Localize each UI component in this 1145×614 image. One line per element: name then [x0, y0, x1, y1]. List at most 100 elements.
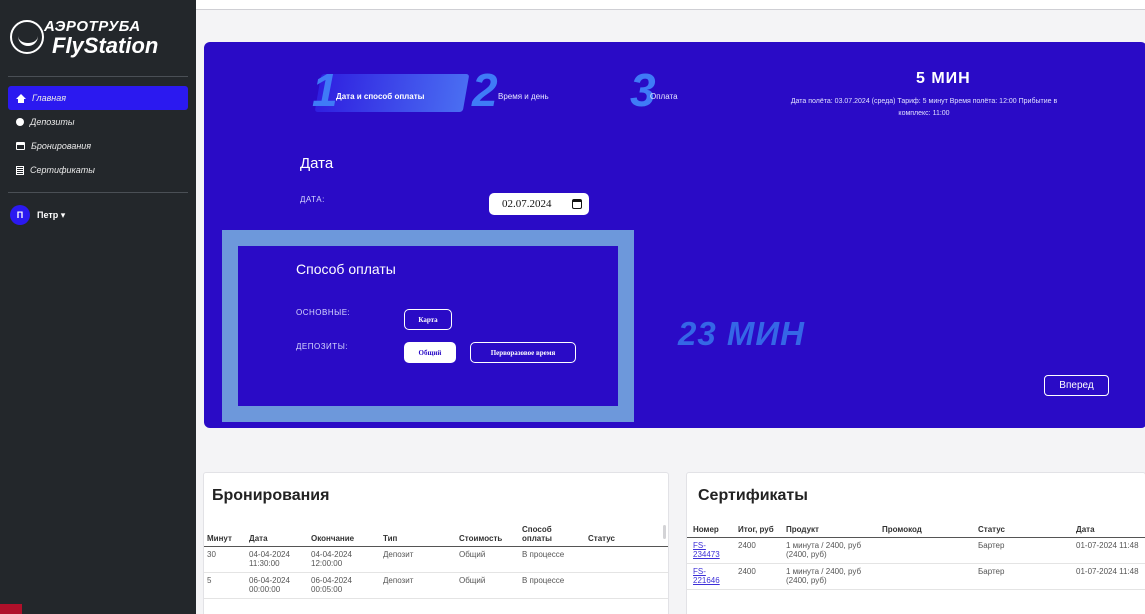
- table-cell: 1 минута / 2400, руб (2400, руб): [783, 563, 879, 590]
- sidebar-item-bookings[interactable]: Бронирования: [8, 134, 188, 158]
- column-header[interactable]: Способ оплаты: [519, 523, 585, 547]
- table-cell: 04-04-2024 12:00:00: [308, 546, 380, 573]
- table-cell: 06-04-2024 00:00:00: [246, 572, 308, 599]
- column-header[interactable]: Дата: [246, 523, 308, 547]
- table-cell: Бартер: [975, 563, 1073, 590]
- table-cell: [585, 572, 668, 599]
- logo[interactable]: АЭРОТРУБА FlyStation: [8, 14, 178, 64]
- table-cell: FS-234473: [687, 537, 735, 564]
- payment-heading: Способ оплаты: [296, 261, 396, 277]
- table-row[interactable]: FS-221646 2400 1 минута / 2400, руб (240…: [687, 563, 1145, 590]
- flight-summary: Дата полёта: 03.07.2024 (среда) Тариф: 5…: [790, 98, 1058, 117]
- sidebar-bottom-marker: [0, 604, 22, 614]
- table-cell: FS-221646: [687, 563, 735, 590]
- step-date-payment[interactable]: 1 Дата и способ оплаты: [312, 67, 470, 113]
- card-button[interactable]: Карта: [404, 309, 452, 330]
- table-cell: Бартер: [975, 537, 1073, 564]
- column-header[interactable]: Статус: [585, 523, 668, 547]
- column-header[interactable]: Номер: [687, 523, 735, 538]
- step-time-day[interactable]: 2 Время и день: [472, 67, 602, 113]
- certificates-title: Сертификаты: [698, 487, 808, 504]
- step-label: Оплата: [650, 92, 678, 101]
- table-cell: 1 минута / 2400, руб (2400, руб): [783, 537, 879, 564]
- table-cell: 01-07-2024 11:48: [1073, 537, 1145, 564]
- table-cell: Общий: [456, 572, 519, 599]
- logo-subtitle: FlyStation: [52, 33, 159, 58]
- certificates-table: Номер Итог, руб Продукт Промокод Статус …: [687, 523, 1145, 590]
- column-header[interactable]: Тип: [380, 523, 456, 547]
- column-header[interactable]: Статус: [975, 523, 1073, 538]
- table-cell: [585, 546, 668, 573]
- deposits-label: ДЕПОЗИТЫ:: [296, 342, 348, 351]
- table-cell: 04-04-2024 11:30:00: [246, 546, 308, 573]
- column-header[interactable]: Минут: [204, 523, 246, 547]
- house-icon: [16, 93, 26, 103]
- date-heading: Дата: [300, 155, 334, 172]
- sidebar-divider: [8, 76, 188, 77]
- table-cell: [879, 563, 975, 590]
- table-cell: В процессе: [519, 546, 585, 573]
- remaining-minutes: 23 МИН: [678, 315, 805, 352]
- certificates-card: Сертификаты Номер Итог, руб Продукт Пром…: [686, 472, 1145, 614]
- bookings-table: Минут Дата Окончание Тип Стоимость Спосо…: [204, 523, 668, 599]
- top-bar: [196, 0, 1145, 10]
- next-button[interactable]: Вперед: [1044, 375, 1109, 396]
- user-menu[interactable]: П Петр ▾: [10, 205, 65, 225]
- table-cell: 01-07-2024 11:48: [1073, 563, 1145, 590]
- sidebar-item-label: Сертификаты: [30, 165, 95, 175]
- table-cell: 30: [204, 546, 246, 573]
- user-name: Петр ▾: [37, 209, 66, 220]
- column-header[interactable]: Продукт: [783, 523, 879, 538]
- step-label: Время и день: [498, 92, 549, 101]
- step-payment[interactable]: 3 Оплата: [630, 67, 720, 113]
- avatar: П: [10, 205, 30, 225]
- sidebar-item-label: Депозиты: [30, 117, 75, 127]
- date-input[interactable]: 02.07.2024: [489, 193, 589, 215]
- deposit-first-time-button[interactable]: Перворазовое время: [470, 342, 576, 363]
- step-label: Дата и способ оплаты: [336, 92, 425, 101]
- summary-minutes: 5 МИН: [916, 70, 971, 87]
- sidebar-item-certificates[interactable]: Сертификаты: [8, 158, 188, 182]
- column-header[interactable]: Окончание: [308, 523, 380, 547]
- table-cell: В процессе: [519, 572, 585, 599]
- table-cell: 2400: [735, 537, 783, 564]
- table-row[interactable]: 5 06-04-2024 00:00:00 06-04-2024 00:05:0…: [204, 572, 668, 599]
- table-cell: 2400: [735, 563, 783, 590]
- step-number: 2: [472, 64, 498, 116]
- bookings-title: Бронирования: [212, 487, 330, 504]
- certificate-link[interactable]: FS-221646: [693, 567, 720, 585]
- step-number: 1: [312, 64, 338, 116]
- date-label: ДАТА:: [300, 195, 325, 204]
- table-cell: Депозит: [380, 572, 456, 599]
- step-number: 3: [630, 64, 656, 116]
- column-header[interactable]: Промокод: [879, 523, 975, 538]
- logo-mark-icon: [10, 20, 44, 54]
- table-cell: Общий: [456, 546, 519, 573]
- column-header[interactable]: Итог, руб: [735, 523, 783, 538]
- table-cell: 06-04-2024 00:05:00: [308, 572, 380, 599]
- calendar-icon: [16, 142, 25, 150]
- deposit-general-button[interactable]: Общий: [404, 342, 456, 363]
- date-value: 02.07.2024: [502, 198, 552, 210]
- sidebar-item-deposits[interactable]: Депозиты: [8, 110, 188, 134]
- coin-icon: [16, 118, 24, 126]
- column-header[interactable]: Дата: [1073, 523, 1145, 538]
- table-row[interactable]: 30 04-04-2024 11:30:00 04-04-2024 12:00:…: [204, 546, 668, 573]
- sidebar-divider: [8, 192, 188, 193]
- sidebar-item-label: Главная: [32, 93, 67, 103]
- main-methods-label: ОСНОВНЫЕ:: [296, 308, 351, 317]
- bookings-card: Бронирования Минут Дата Окончание Тип Ст…: [203, 472, 669, 614]
- payment-method-box: Способ оплаты ОСНОВНЫЕ: Карта ДЕПОЗИТЫ: …: [222, 230, 634, 422]
- table-row[interactable]: FS-234473 2400 1 минута / 2400, руб (240…: [687, 537, 1145, 564]
- sidebar: АЭРОТРУБА FlyStation Главная Депозиты Бр…: [0, 0, 196, 614]
- table-cell: 5: [204, 572, 246, 599]
- calendar-icon[interactable]: [572, 199, 582, 209]
- sidebar-item-label: Бронирования: [31, 141, 92, 151]
- column-header[interactable]: Стоимость: [456, 523, 519, 547]
- certificate-link[interactable]: FS-234473: [693, 541, 720, 559]
- table-cell: Депозит: [380, 546, 456, 573]
- document-icon: [16, 165, 24, 175]
- booking-panel: 1 Дата и способ оплаты 2 Время и день 3 …: [204, 42, 1145, 428]
- sidebar-item-home[interactable]: Главная: [8, 86, 188, 110]
- table-cell: [879, 537, 975, 564]
